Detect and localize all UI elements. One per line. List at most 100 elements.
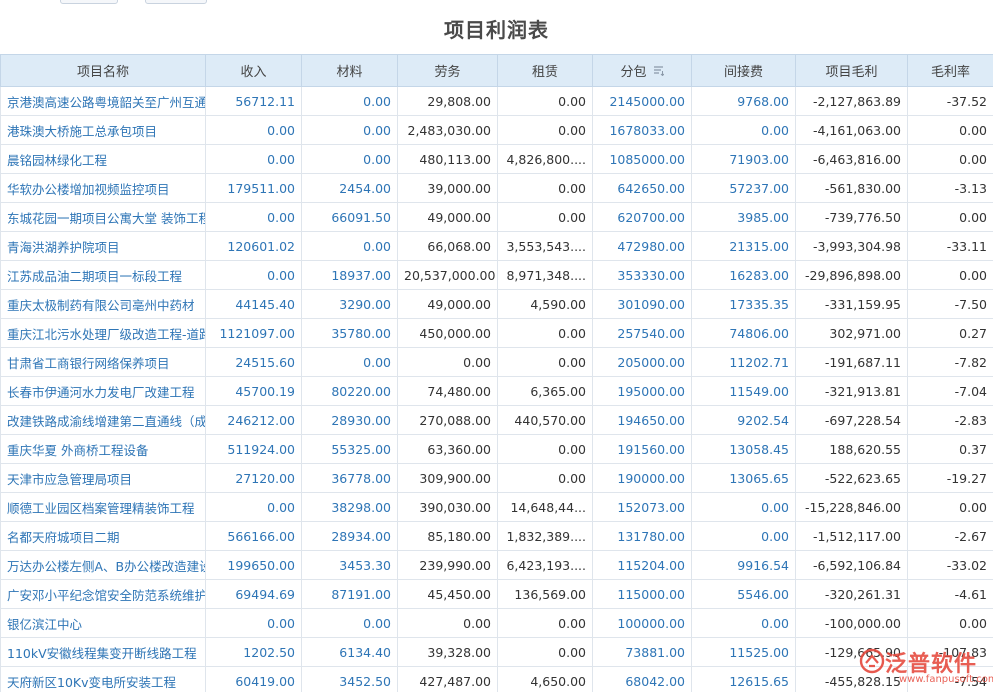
table-row[interactable]: 甘肃省工商银行网络保养项目24515.600.000.000.00205000.… — [1, 348, 993, 377]
cell-project-name[interactable]: 天津市应急管理局项目 — [1, 464, 206, 493]
cell-income[interactable]: 246212.00 — [206, 406, 302, 435]
cell-subcontract[interactable]: 194650.00 — [593, 406, 692, 435]
table-row[interactable]: 东城花园一期项目公寓大堂 装饰工程0.0066091.5049,000.000.… — [1, 203, 993, 232]
table-row[interactable]: 晨铭园林绿化工程0.000.00480,113.004,826,800....1… — [1, 145, 993, 174]
cell-project-name[interactable]: 京港澳高速公路粤境韶关至广州互通 — [1, 87, 206, 116]
col-header-labor[interactable]: 劳务 — [398, 55, 498, 87]
cell-income[interactable]: 44145.40 — [206, 290, 302, 319]
cell-indirect[interactable]: 0.00 — [692, 609, 796, 638]
table-row[interactable]: 长春市伊通河水力发电厂改建工程45700.1980220.0074,480.00… — [1, 377, 993, 406]
cell-project-name[interactable]: 东城花园一期项目公寓大堂 装饰工程 — [1, 203, 206, 232]
table-row[interactable]: 重庆华夏 外商桥工程设备511924.0055325.0063,360.000.… — [1, 435, 993, 464]
cell-indirect[interactable]: 17335.35 — [692, 290, 796, 319]
cell-indirect[interactable]: 13058.45 — [692, 435, 796, 464]
cell-subcontract[interactable]: 642650.00 — [593, 174, 692, 203]
cell-income[interactable]: 199650.00 — [206, 551, 302, 580]
cell-subcontract[interactable]: 73881.00 — [593, 638, 692, 667]
cell-project-name[interactable]: 名都天府城项目二期 — [1, 522, 206, 551]
cell-subcontract[interactable]: 2145000.00 — [593, 87, 692, 116]
cell-project-name[interactable]: 港珠澳大桥施工总承包项目 — [1, 116, 206, 145]
cell-subcontract[interactable]: 100000.00 — [593, 609, 692, 638]
cell-income[interactable]: 0.00 — [206, 203, 302, 232]
cell-income[interactable]: 179511.00 — [206, 174, 302, 203]
table-row[interactable]: 华软办公楼增加视频监控项目179511.002454.0039,000.000.… — [1, 174, 993, 203]
cell-indirect[interactable]: 12615.65 — [692, 667, 796, 692]
cell-material[interactable]: 0.00 — [302, 116, 398, 145]
cell-material[interactable]: 28930.00 — [302, 406, 398, 435]
cell-subcontract[interactable]: 152073.00 — [593, 493, 692, 522]
cell-material[interactable]: 80220.00 — [302, 377, 398, 406]
table-row[interactable]: 110kV安徽线程集变开断线路工程1202.506134.4039,328.00… — [1, 638, 993, 667]
cell-indirect[interactable]: 11202.71 — [692, 348, 796, 377]
cell-indirect[interactable]: 11549.00 — [692, 377, 796, 406]
table-row[interactable]: 万达办公楼左侧A、B办公楼改造建设199650.003453.30239,990… — [1, 551, 993, 580]
cell-material[interactable]: 0.00 — [302, 348, 398, 377]
cell-subcontract[interactable]: 191560.00 — [593, 435, 692, 464]
cell-material[interactable]: 0.00 — [302, 232, 398, 261]
table-row[interactable]: 天津市应急管理局项目27120.0036778.00309,900.000.00… — [1, 464, 993, 493]
cell-material[interactable]: 66091.50 — [302, 203, 398, 232]
table-row[interactable]: 港珠澳大桥施工总承包项目0.000.002,483,030.000.001678… — [1, 116, 993, 145]
cell-material[interactable]: 3453.30 — [302, 551, 398, 580]
cell-material[interactable]: 28934.00 — [302, 522, 398, 551]
cell-project-name[interactable]: 银亿滨江中心 — [1, 609, 206, 638]
cell-income[interactable]: 0.00 — [206, 116, 302, 145]
cell-material[interactable]: 36778.00 — [302, 464, 398, 493]
cell-income[interactable]: 27120.00 — [206, 464, 302, 493]
cell-income[interactable]: 511924.00 — [206, 435, 302, 464]
cell-subcontract[interactable]: 257540.00 — [593, 319, 692, 348]
cell-project-name[interactable]: 天府新区10Kv变电所安装工程 — [1, 667, 206, 692]
table-row[interactable]: 重庆江北污水处理厂级改造工程-道路1121097.0035780.00450,0… — [1, 319, 993, 348]
cell-income[interactable]: 1202.50 — [206, 638, 302, 667]
cell-project-name[interactable]: 晨铭园林绿化工程 — [1, 145, 206, 174]
cell-material[interactable]: 38298.00 — [302, 493, 398, 522]
col-header-material[interactable]: 材料 — [302, 55, 398, 87]
cell-indirect[interactable]: 21315.00 — [692, 232, 796, 261]
top-toolbar-button-right[interactable] — [145, 0, 207, 4]
cell-project-name[interactable]: 长春市伊通河水力发电厂改建工程 — [1, 377, 206, 406]
top-toolbar-button-left[interactable] — [60, 0, 118, 4]
col-header-subcontract[interactable]: 分包 — [593, 55, 692, 87]
cell-material[interactable]: 87191.00 — [302, 580, 398, 609]
cell-material[interactable]: 0.00 — [302, 609, 398, 638]
cell-indirect[interactable]: 16283.00 — [692, 261, 796, 290]
table-row[interactable]: 银亿滨江中心0.000.000.000.00100000.000.00-100,… — [1, 609, 993, 638]
table-row[interactable]: 京港澳高速公路粤境韶关至广州互通56712.110.0029,808.000.0… — [1, 87, 993, 116]
cell-indirect[interactable]: 9202.54 — [692, 406, 796, 435]
cell-indirect[interactable]: 0.00 — [692, 522, 796, 551]
cell-subcontract[interactable]: 620700.00 — [593, 203, 692, 232]
cell-project-name[interactable]: 广安邓小平纪念馆安全防范系统维护 — [1, 580, 206, 609]
cell-subcontract[interactable]: 68042.00 — [593, 667, 692, 692]
cell-income[interactable]: 1121097.00 — [206, 319, 302, 348]
cell-material[interactable]: 6134.40 — [302, 638, 398, 667]
cell-income[interactable]: 0.00 — [206, 261, 302, 290]
table-row[interactable]: 江苏成品油二期项目一标段工程0.0018937.0020,537,000.008… — [1, 261, 993, 290]
cell-project-name[interactable]: 万达办公楼左侧A、B办公楼改造建设 — [1, 551, 206, 580]
cell-indirect[interactable]: 9916.54 — [692, 551, 796, 580]
cell-subcontract[interactable]: 301090.00 — [593, 290, 692, 319]
cell-indirect[interactable]: 9768.00 — [692, 87, 796, 116]
cell-indirect[interactable]: 5546.00 — [692, 580, 796, 609]
cell-subcontract[interactable]: 131780.00 — [593, 522, 692, 551]
cell-material[interactable]: 35780.00 — [302, 319, 398, 348]
cell-subcontract[interactable]: 195000.00 — [593, 377, 692, 406]
cell-project-name[interactable]: 江苏成品油二期项目一标段工程 — [1, 261, 206, 290]
cell-indirect[interactable]: 11525.00 — [692, 638, 796, 667]
table-row[interactable]: 广安邓小平纪念馆安全防范系统维护69494.6987191.0045,450.0… — [1, 580, 993, 609]
cell-income[interactable]: 566166.00 — [206, 522, 302, 551]
cell-subcontract[interactable]: 472980.00 — [593, 232, 692, 261]
cell-project-name[interactable]: 改建铁路成渝线增建第二直通线（成 — [1, 406, 206, 435]
cell-income[interactable]: 24515.60 — [206, 348, 302, 377]
col-header-rent[interactable]: 租赁 — [498, 55, 593, 87]
table-row[interactable]: 青海洪湖养护院项目120601.020.0066,068.003,553,543… — [1, 232, 993, 261]
cell-project-name[interactable]: 重庆江北污水处理厂级改造工程-道路 — [1, 319, 206, 348]
cell-material[interactable]: 2454.00 — [302, 174, 398, 203]
cell-indirect[interactable]: 13065.65 — [692, 464, 796, 493]
cell-project-name[interactable]: 重庆华夏 外商桥工程设备 — [1, 435, 206, 464]
table-row[interactable]: 改建铁路成渝线增建第二直通线（成246212.0028930.00270,088… — [1, 406, 993, 435]
cell-indirect[interactable]: 0.00 — [692, 493, 796, 522]
cell-indirect[interactable]: 57237.00 — [692, 174, 796, 203]
cell-material[interactable]: 0.00 — [302, 145, 398, 174]
cell-income[interactable]: 120601.02 — [206, 232, 302, 261]
cell-project-name[interactable]: 青海洪湖养护院项目 — [1, 232, 206, 261]
